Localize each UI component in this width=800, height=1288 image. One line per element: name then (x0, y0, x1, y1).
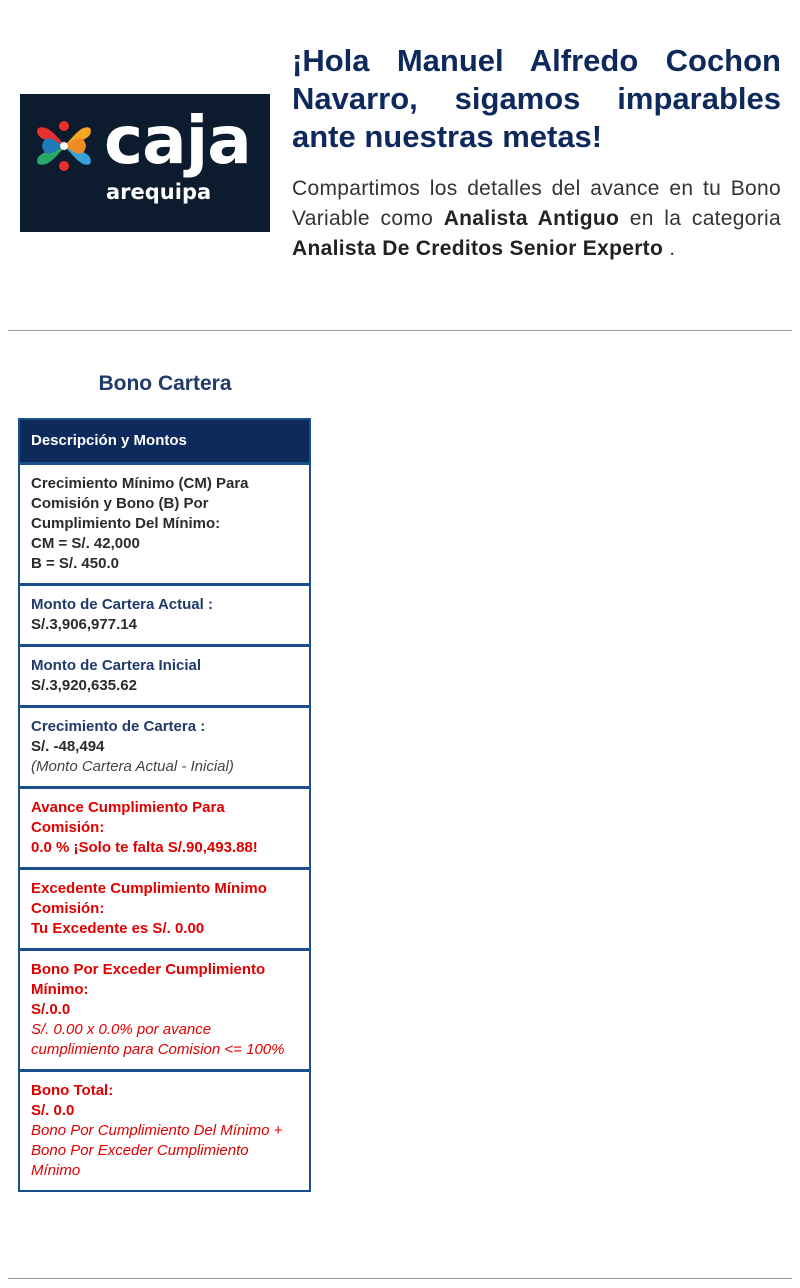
intro-text-3: . (663, 237, 676, 260)
section-title: Bono Cartera (98, 372, 232, 395)
row-value: S/. 0.0 (31, 1102, 75, 1119)
row-value: S/.3,920,635.62 (31, 677, 137, 694)
row-note: Bono Por Cumplimiento Del Mínimo + Bono … (31, 1122, 283, 1179)
top-divider (8, 330, 792, 331)
caja-arequipa-logo: caja arequipa (20, 94, 270, 232)
row-label: Monto de Cartera Inicial (31, 657, 202, 674)
row-crecimiento-minimo: Crecimiento Mínimo (CM) Para Comisión y … (20, 465, 309, 586)
row-label: Crecimiento Mínimo (CM) Para Comisión y … (31, 475, 249, 532)
row-value: CM = S/. 42,000 (31, 535, 140, 552)
row-avance-cumplimiento: Avance Cumplimiento Para Comisión: 0.0 %… (20, 789, 309, 870)
greeting-heading: ¡Hola Manuel Alfredo Cochon Navarro, sig… (292, 43, 781, 154)
row-label: Monto de Cartera Actual : (31, 596, 213, 613)
logo-flower-icon (37, 121, 91, 171)
row-cartera-inicial: Monto de Cartera Inicial S/.3,920,635.62 (20, 647, 309, 708)
row-label: Bono Por Exceder Cumplimiento Mínimo: (31, 961, 266, 998)
table-header: Descripción y Montos (20, 420, 309, 465)
logo-subtitle: arequipa (106, 180, 212, 204)
row-label: Excedente Cumplimiento Mínimo Comisión: (31, 880, 267, 917)
row-excedente: Excedente Cumplimiento Mínimo Comisión: … (20, 870, 309, 951)
intro-role: Analista Antiguo (443, 207, 620, 230)
intro-category: Analista De Creditos Senior Experto (292, 237, 664, 260)
bono-cartera-table: Descripción y Montos Crecimiento Mínimo … (18, 418, 311, 1192)
row-value: S/.3,906,977.14 (31, 616, 137, 633)
row-value: S/. -48,494 (31, 738, 105, 755)
row-note: S/. 0.00 x 0.0% por avance cumplimiento … (31, 1021, 285, 1058)
row-label: Avance Cumplimiento Para Comisión: (31, 799, 225, 836)
row-label: Crecimiento de Cartera : (31, 718, 206, 735)
row-bono-total: Bono Total: S/. 0.0 Bono Por Cumplimient… (20, 1072, 309, 1190)
row-label: Bono Total: (31, 1082, 114, 1099)
intro-paragraph: Compartimos los detalles del avance en t… (292, 174, 781, 264)
row-bono-exceder: Bono Por Exceder Cumplimiento Mínimo: S/… (20, 951, 309, 1072)
row-value: 0.0 % ¡Solo te falta S/.90,493.88! (31, 839, 258, 856)
row-value: Tu Excedente es S/. 0.00 (31, 920, 205, 937)
row-value: S/.0.0 (31, 1001, 71, 1018)
row-cartera-actual: Monto de Cartera Actual : S/.3,906,977.1… (20, 586, 309, 647)
logo-wordmark: caja (104, 102, 252, 179)
row-crecimiento-cartera: Crecimiento de Cartera : S/. -48,494 (Mo… (20, 708, 309, 789)
intro-text-2: en la categoria (619, 207, 781, 230)
row-value-2: B = S/. 450.0 (31, 555, 119, 572)
bottom-divider (8, 1278, 792, 1279)
row-note: (Monto Cartera Actual - Inicial) (31, 758, 234, 775)
